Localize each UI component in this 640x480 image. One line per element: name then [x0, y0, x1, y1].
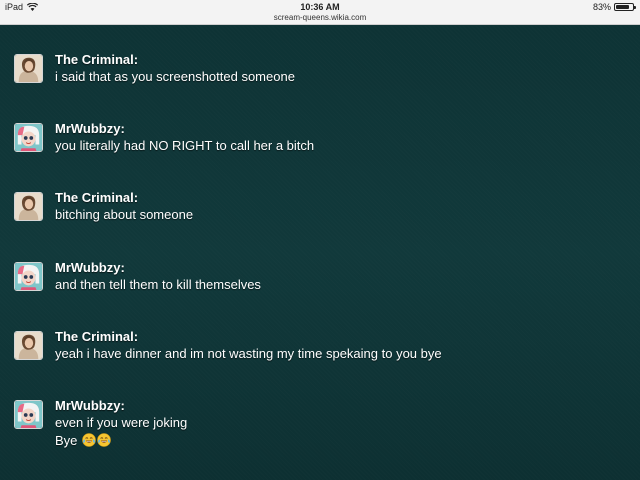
message-author[interactable]: The Criminal:	[55, 190, 193, 206]
battery-percentage: 83%	[592, 2, 611, 12]
message-body: The Criminal: i said that as you screens…	[55, 52, 295, 86]
status-right: 83%	[592, 2, 636, 12]
chat-log[interactable]: The Criminal: i said that as you screens…	[0, 26, 640, 480]
message-author[interactable]: MrWubbzy:	[55, 260, 261, 276]
message-author[interactable]: MrWubbzy:	[55, 398, 187, 414]
face-with-tears-of-joy-icon	[97, 433, 111, 447]
wubbzy-avatar[interactable]	[14, 123, 43, 152]
wubbzy-avatar[interactable]	[14, 262, 43, 291]
message-author[interactable]: MrWubbzy:	[55, 121, 314, 137]
message-text: yeah i have dinner and im not wasting my…	[55, 346, 442, 361]
message-text-line: Bye	[55, 432, 187, 450]
message-body: The Criminal: yeah i have dinner and im …	[55, 329, 442, 363]
message-body: MrWubbzy: you literally had NO RIGHT to …	[55, 121, 314, 155]
address-url[interactable]: scream-queens.wikia.com	[0, 13, 640, 22]
message-text: you literally had NO RIGHT to call her a…	[55, 138, 315, 153]
status-bar: iPad 10:36 AM scream-queens.wikia.com 83…	[0, 0, 640, 25]
message-text: and then tell them to kill themselves	[55, 277, 261, 292]
message-text: Bye	[55, 433, 78, 448]
message-body: MrWubbzy: even if you were joking Bye	[55, 398, 187, 450]
criminal-avatar[interactable]	[14, 54, 43, 83]
message-text: bitching about someone	[55, 207, 194, 222]
criminal-avatar[interactable]	[14, 331, 43, 360]
wubbzy-avatar[interactable]	[14, 400, 43, 429]
battery-icon	[614, 3, 636, 11]
message-author[interactable]: The Criminal:	[55, 52, 295, 68]
message-body: The Criminal: bitching about someone	[55, 190, 193, 224]
message-text: even if you were joking	[55, 415, 188, 430]
message-body: MrWubbzy: and then tell them to kill the…	[55, 260, 261, 294]
message-author[interactable]: The Criminal:	[55, 329, 442, 345]
message-text: i said that as you screenshotted someone	[55, 69, 295, 84]
battery-fill	[616, 5, 630, 9]
clock: 10:36 AM	[300, 2, 340, 12]
criminal-avatar[interactable]	[14, 192, 43, 221]
face-with-tears-of-joy-icon	[82, 433, 96, 447]
